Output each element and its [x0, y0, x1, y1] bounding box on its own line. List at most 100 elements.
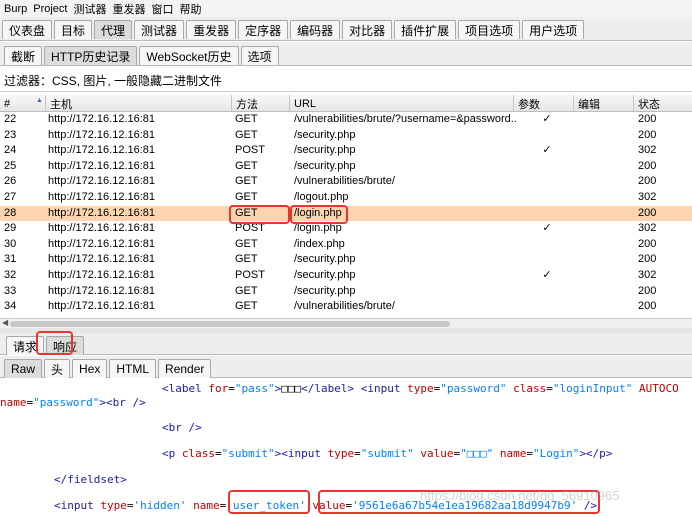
tab-intruder[interactable]: 测试器: [134, 20, 185, 39]
table-row[interactable]: 32 http://172.16.12.16:81 POST /security…: [0, 268, 692, 284]
code-tag: ><input: [274, 447, 321, 460]
table-row[interactable]: 29 http://172.16.12.16:81 POST /login.ph…: [0, 221, 692, 237]
table-row[interactable]: 30 http://172.16.12.16:81 GET /index.php…: [0, 237, 692, 253]
tab-headers[interactable]: 头: [44, 359, 71, 378]
col-header-num[interactable]: # ▲: [0, 95, 46, 112]
tab-websocket-history[interactable]: WebSocket历史: [139, 46, 239, 65]
cell-url: /security.php: [294, 284, 356, 297]
tab-proxy[interactable]: 代理: [94, 20, 133, 39]
table-row[interactable]: 25 http://172.16.12.16:81 GET /security.…: [0, 159, 692, 175]
code-line: </fieldset>: [54, 473, 127, 486]
code-value: "Login": [532, 447, 580, 460]
table-row[interactable]: 23 http://172.16.12.16:81 GET /security.…: [0, 128, 692, 144]
tab-html[interactable]: HTML: [109, 359, 157, 378]
cell-host: http://172.16.12.16:81: [48, 253, 156, 266]
cell-status: 200: [638, 113, 657, 125]
code-tag: />: [577, 499, 598, 512]
col-header-host[interactable]: 主机: [46, 95, 232, 112]
tab-response[interactable]: 响应: [46, 336, 85, 355]
tab-proxy-options[interactable]: 选项: [240, 46, 279, 65]
table-row-selected[interactable]: 28 http://172.16.12.16:81 GET /login.php…: [0, 205, 692, 222]
code-value: "submit": [360, 447, 414, 460]
cell-method: GET: [235, 128, 258, 141]
code-line: <label for="pass">□□□</label> <input typ…: [162, 382, 679, 395]
code-attr: class: [506, 382, 547, 395]
table-row[interactable]: 24 http://172.16.12.16:81 POST /security…: [0, 143, 692, 159]
cell-status: 200: [638, 175, 657, 188]
cell-host: http://172.16.12.16:81: [48, 268, 156, 281]
checkmark-icon: ✓: [542, 222, 552, 235]
code-value: "submit": [221, 447, 275, 460]
code-attr: value: [413, 447, 454, 460]
table-horizontal-scrollbar[interactable]: ◀: [0, 318, 692, 328]
menu-burp[interactable]: Burp: [4, 3, 27, 15]
tab-http-history[interactable]: HTTP历史记录: [44, 46, 138, 65]
code-value: 'user_token': [226, 499, 306, 512]
code-value: "pass": [234, 382, 275, 395]
tab-target[interactable]: 目标: [54, 20, 93, 39]
cell-method: GET: [235, 237, 258, 250]
cell-num: 22: [4, 113, 17, 125]
menu-repeater[interactable]: 重发器: [113, 1, 146, 17]
col-header-url[interactable]: URL: [290, 95, 514, 112]
cell-status: 302: [638, 144, 657, 157]
tab-decoder[interactable]: 编码器: [290, 20, 341, 39]
code-line: <br />: [162, 421, 202, 434]
cell-status: 200: [638, 284, 657, 297]
code-tag: <input: [54, 499, 94, 512]
cell-url: /logout.php: [294, 190, 349, 203]
cell-status: 200: [638, 128, 657, 141]
tab-project-options[interactable]: 项目选项: [458, 20, 521, 39]
tab-dashboard[interactable]: 仪表盘: [2, 20, 53, 39]
response-raw-view[interactable]: <label for="pass">□□□</label> <input typ…: [0, 378, 692, 517]
code-tag: </fieldset>: [54, 473, 127, 486]
table-row[interactable]: 34 http://172.16.12.16:81 GET /vulnerabi…: [0, 299, 692, 315]
menu-intruder[interactable]: 测试器: [74, 1, 107, 17]
code-eq: =: [228, 382, 235, 395]
filter-bar[interactable]: 过滤器：CSS, 图片, 一般隐藏二进制文件: [0, 70, 692, 92]
table-row[interactable]: 26 http://172.16.12.16:81 GET /vulnerabi…: [0, 174, 692, 190]
table-row[interactable]: 33 http://172.16.12.16:81 GET /security.…: [0, 284, 692, 300]
cell-status: 200: [638, 237, 657, 250]
menu-window[interactable]: 窗口: [152, 1, 174, 17]
sort-ascending-icon: ▲: [36, 97, 43, 104]
scrollbar-thumb[interactable]: [10, 321, 450, 327]
col-header-edited[interactable]: 编辑: [574, 95, 634, 112]
code-tag: <p: [162, 447, 176, 460]
tab-render[interactable]: Render: [158, 359, 212, 378]
cell-status: 200: [638, 159, 657, 172]
cell-url: /login.php: [294, 222, 342, 235]
cell-method: POST: [235, 144, 265, 157]
code-attr: type: [400, 382, 434, 395]
tab-sequencer[interactable]: 定序器: [238, 20, 289, 39]
tab-repeater[interactable]: 重发器: [186, 20, 237, 39]
scroll-left-icon[interactable]: ◀: [2, 318, 8, 327]
tab-extender[interactable]: 插件扩展: [394, 20, 457, 39]
menu-help[interactable]: 帮助: [180, 1, 202, 17]
tab-intercept[interactable]: 截断: [4, 46, 43, 65]
col-header-status[interactable]: 状态: [634, 95, 692, 112]
tab-comparer[interactable]: 对比器: [342, 20, 393, 39]
col-header-params[interactable]: 参数: [514, 95, 574, 112]
cell-method: POST: [235, 268, 265, 281]
cell-host: http://172.16.12.16:81: [48, 159, 156, 172]
code-line: <p class="submit"><input type="submit" v…: [162, 447, 612, 460]
tab-hex[interactable]: Hex: [72, 359, 108, 378]
tab-user-options[interactable]: 用户选项: [522, 20, 585, 39]
table-row[interactable]: 27 http://172.16.12.16:81 GET /logout.ph…: [0, 190, 692, 206]
menu-project[interactable]: Project: [33, 3, 67, 15]
cell-method: GET: [235, 300, 258, 313]
cell-host: http://172.16.12.16:81: [48, 190, 156, 203]
cell-num: 24: [4, 144, 17, 157]
tab-request[interactable]: 请求: [6, 336, 45, 355]
cell-host: http://172.16.12.16:81: [48, 284, 156, 297]
table-row[interactable]: 22 http://172.16.12.16:81 GET /vulnerabi…: [0, 112, 692, 128]
checkmark-icon: ✓: [542, 144, 552, 157]
cell-host: http://172.16.12.16:81: [48, 222, 156, 235]
col-header-method[interactable]: 方法: [232, 95, 290, 112]
code-line: name="password"><br />: [0, 396, 146, 409]
table-row[interactable]: 31 http://172.16.12.16:81 GET /security.…: [0, 252, 692, 268]
code-tag: <label: [162, 382, 202, 395]
tab-raw[interactable]: Raw: [4, 359, 43, 378]
code-value: "□□□": [460, 447, 494, 460]
